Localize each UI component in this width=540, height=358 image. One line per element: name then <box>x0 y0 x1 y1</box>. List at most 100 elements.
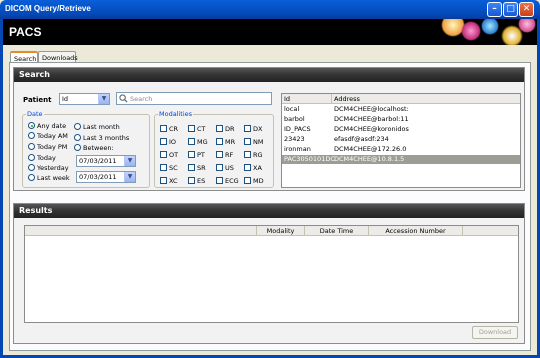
patient-label: Patient <box>23 96 52 104</box>
modality-label: NM <box>253 138 264 146</box>
maximize-button[interactable]: □ <box>503 2 518 17</box>
server-row[interactable]: ironman DCM4CHEE@172.26.0 <box>282 145 520 154</box>
server-row[interactable]: barbol DCM4CHEE@barbol:11 <box>282 115 520 124</box>
maximize-icon: □ <box>506 4 515 14</box>
modality-label: ES <box>197 177 206 185</box>
server-id-cell: PAC3050101DC <box>284 155 335 163</box>
server-id-cell: ironman <box>284 145 311 153</box>
search-input[interactable]: Search <box>116 92 272 105</box>
radio-icon <box>74 123 81 130</box>
date-option-label: Today AM <box>37 132 68 140</box>
search-section: Search Patient Id ▼ Search Date Any date… <box>13 67 525 191</box>
date-option-label: Between: <box>83 144 114 152</box>
modality-checkbox-rf[interactable]: RF <box>216 151 233 159</box>
radio-icon <box>74 134 81 141</box>
date-radio-last-week[interactable]: Last week <box>28 174 70 182</box>
server-address-cell: DCM4CHEE@koronidos <box>334 125 409 133</box>
modality-checkbox-pt[interactable]: PT <box>188 151 205 159</box>
server-row[interactable]: local DCM4CHEE@localhost: <box>282 105 520 114</box>
checkbox-icon <box>160 164 167 171</box>
date-radio-last-3-months[interactable]: Last 3 months <box>74 134 129 142</box>
modality-label: XA <box>253 164 262 172</box>
server-row[interactable]: PAC3050101DC DCM4CHEE@10.8.1.5 <box>282 155 520 164</box>
date-radio-today-pm[interactable]: Today PM <box>28 143 67 151</box>
modality-checkbox-rg[interactable]: RG <box>244 151 263 159</box>
modalities-legend: Modalities <box>159 110 193 118</box>
close-icon: ✕ <box>522 4 531 14</box>
date-radio-today[interactable]: Today <box>28 154 56 162</box>
modality-checkbox-sr[interactable]: SR <box>188 164 206 172</box>
modality-checkbox-nm[interactable]: NM <box>244 138 263 146</box>
date-radio-today-am[interactable]: Today AM <box>28 132 68 140</box>
minimize-button[interactable]: – <box>487 2 502 17</box>
checkbox-icon <box>244 151 251 158</box>
modality-checkbox-us[interactable]: US <box>216 164 234 172</box>
column-header-date-time[interactable]: Date Time <box>305 226 369 236</box>
server-row[interactable]: 23423 efasdf@asdf:234 <box>282 135 520 144</box>
server-id-cell: ID_PACS <box>284 125 311 133</box>
checkbox-icon <box>188 138 195 145</box>
download-button[interactable]: Download <box>472 326 518 339</box>
checkbox-icon <box>160 151 167 158</box>
server-list[interactable]: Id Address local DCM4CHEE@localhost: barbo… <box>281 93 521 188</box>
date-radio-yesterday[interactable]: Yesterday <box>28 164 69 172</box>
from-date-picker[interactable]: 07/03/2011 ▼ <box>76 155 136 167</box>
date-option-label: Yesterday <box>37 164 69 172</box>
server-address-cell: DCM4CHEE@10.8.1.5 <box>334 155 405 163</box>
close-button[interactable]: ✕ <box>519 2 534 17</box>
to-date-picker[interactable]: 07/03/2011 ▼ <box>76 171 136 183</box>
chevron-down-icon[interactable]: ▼ <box>124 172 135 182</box>
modality-checkbox-xa[interactable]: XA <box>244 164 262 172</box>
modality-label: CR <box>169 125 179 133</box>
checkbox-icon <box>160 125 167 132</box>
modality-checkbox-ot[interactable]: OT <box>160 151 178 159</box>
server-address-cell: DCM4CHEE@172.26.0 <box>334 145 407 153</box>
date-option-label: Any date <box>37 122 67 130</box>
date-radio-between[interactable]: Between: <box>74 144 114 152</box>
checkbox-icon <box>188 164 195 171</box>
date-option-label: Today PM <box>37 143 68 151</box>
title-bar[interactable]: DICOM Query/Retrieve – □ ✕ <box>0 0 540 19</box>
chevron-down-icon[interactable]: ▼ <box>124 156 135 166</box>
modality-label: IO <box>169 138 177 146</box>
checkbox-icon <box>216 125 223 132</box>
search-placeholder: Search <box>130 95 153 103</box>
column-header-blank[interactable] <box>25 226 257 236</box>
modality-checkbox-mg[interactable]: MG <box>188 138 208 146</box>
column-header-accession-number[interactable]: Accession Number <box>369 226 463 236</box>
column-header-address[interactable]: Address <box>332 94 520 104</box>
modality-checkbox-io[interactable]: IO <box>160 138 176 146</box>
to-date-value: 07/03/2011 <box>79 173 117 181</box>
radio-icon <box>28 143 35 150</box>
modality-checkbox-sc[interactable]: SC <box>160 164 178 172</box>
modality-checkbox-mr[interactable]: MR <box>216 138 235 146</box>
radio-icon <box>28 132 35 139</box>
modality-label: MR <box>225 138 236 146</box>
chevron-down-icon[interactable]: ▼ <box>98 94 109 104</box>
checkbox-icon <box>244 125 251 132</box>
results-table[interactable]: Modality Date Time Accession Number <box>24 225 519 323</box>
date-radio-last-month[interactable]: Last month <box>74 123 120 131</box>
modality-checkbox-cr[interactable]: CR <box>160 125 178 133</box>
server-address-cell: DCM4CHEE@localhost: <box>334 105 409 113</box>
column-header-modality[interactable]: Modality <box>257 226 305 236</box>
modality-checkbox-es[interactable]: ES <box>188 177 205 185</box>
server-row[interactable]: ID_PACS DCM4CHEE@koronidos <box>282 125 520 134</box>
radio-icon <box>74 144 81 151</box>
bokeh-decoration <box>461 21 481 41</box>
modality-checkbox-md[interactable]: MD <box>244 177 264 185</box>
modality-checkbox-dx[interactable]: DX <box>244 125 262 133</box>
modality-checkbox-ecg[interactable]: ECG <box>216 177 239 185</box>
checkbox-icon <box>216 177 223 184</box>
patient-field-select[interactable]: Id ▼ <box>59 93 110 105</box>
modality-checkbox-dr[interactable]: DR <box>216 125 235 133</box>
modality-checkbox-xc[interactable]: XC <box>160 177 178 185</box>
modality-label: PT <box>197 151 205 159</box>
date-option-label: Last week <box>37 174 70 182</box>
modality-checkbox-ct[interactable]: CT <box>188 125 206 133</box>
checkbox-icon <box>216 151 223 158</box>
modality-label: OT <box>169 151 179 159</box>
minimize-icon: – <box>492 4 497 14</box>
date-radio-any[interactable]: Any date <box>28 122 66 130</box>
column-header-id[interactable]: Id <box>282 94 332 104</box>
